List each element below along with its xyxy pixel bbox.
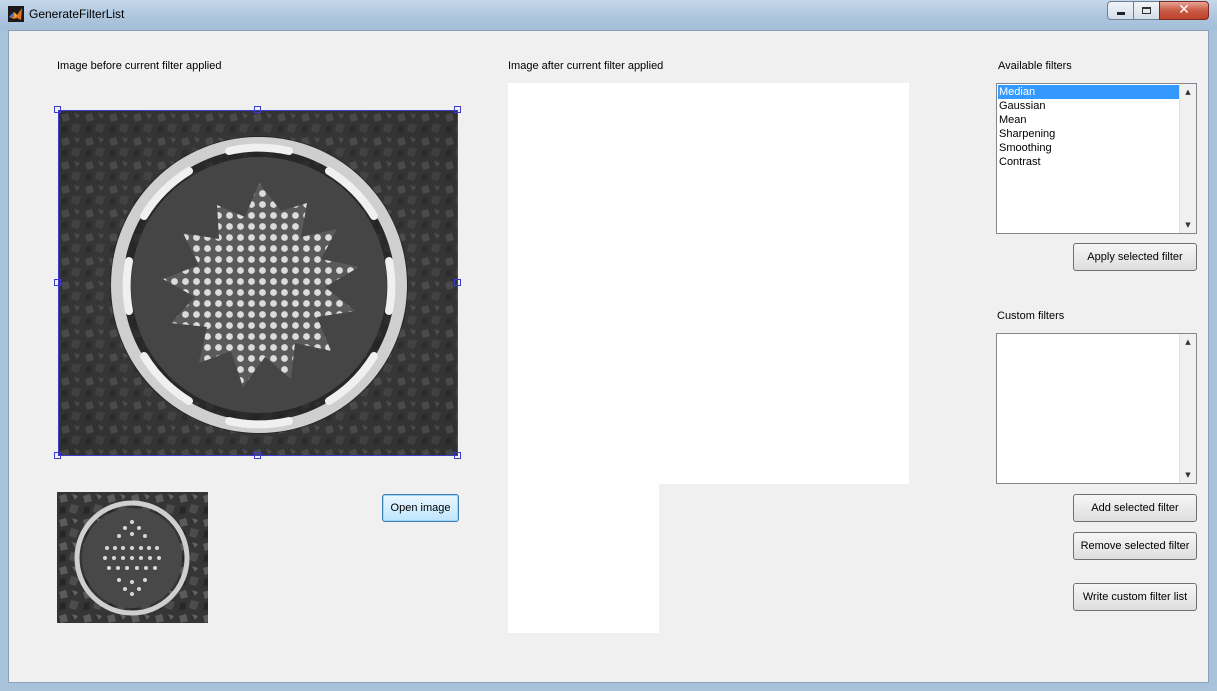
filter-option[interactable]: Mean (998, 113, 1179, 127)
open-image-button[interactable]: Open image (382, 494, 459, 522)
close-button[interactable]: ✕ (1159, 1, 1209, 20)
after-image-label: Image after current filter applied (508, 60, 664, 72)
before-image-axes[interactable] (58, 110, 458, 456)
resize-handle[interactable] (454, 452, 461, 459)
diatom-image (59, 111, 457, 455)
scroll-down-icon[interactable]: ▼ (1180, 217, 1196, 233)
resize-handle[interactable] (454, 106, 461, 113)
resize-handle[interactable] (54, 279, 61, 286)
write-custom-filter-list-button[interactable]: Write custom filter list (1073, 583, 1197, 611)
window-title: GenerateFilterList (29, 7, 125, 21)
custom-filters-list[interactable]: ▲ ▼ (996, 333, 1197, 484)
after-image-axes (508, 83, 909, 484)
filter-option[interactable]: Contrast (998, 155, 1179, 169)
filter-option[interactable]: Sharpening (998, 127, 1179, 141)
filter-option[interactable]: Gaussian (998, 99, 1179, 113)
app-window: GenerateFilterList ✕ Image before curren… (0, 0, 1217, 691)
scroll-down-icon[interactable]: ▼ (1180, 467, 1196, 483)
vertical-scrollbar[interactable]: ▲ ▼ (1179, 334, 1196, 483)
add-selected-filter-button[interactable]: Add selected filter (1073, 494, 1197, 522)
minimize-button[interactable] (1107, 1, 1134, 20)
resize-handle[interactable] (454, 279, 461, 286)
after-image-thumbnail-axes (508, 484, 659, 633)
thumbnail-axes (57, 492, 208, 623)
available-filters-label: Available filters (998, 60, 1072, 72)
before-image-label: Image before current filter applied (57, 60, 222, 72)
filter-option[interactable]: Smoothing (998, 141, 1179, 155)
close-icon: ✕ (1178, 2, 1190, 18)
title-bar[interactable]: GenerateFilterList ✕ (0, 0, 1217, 30)
scroll-up-icon[interactable]: ▲ (1180, 334, 1196, 350)
maximize-button[interactable] (1133, 1, 1160, 20)
resize-handle[interactable] (254, 452, 261, 459)
custom-filters-label: Custom filters (997, 310, 1065, 322)
figure-panel: Image before current filter applied Imag… (8, 30, 1209, 683)
filter-option[interactable]: Median (998, 85, 1179, 99)
matlab-icon (8, 6, 24, 22)
available-filters-list[interactable]: Median Gaussian Mean Sharpening Smoothing Con… (996, 83, 1197, 234)
vertical-scrollbar[interactable]: ▲ ▼ (1179, 84, 1196, 233)
resize-handle[interactable] (54, 452, 61, 459)
diatom-thumbnail (57, 492, 208, 623)
apply-selected-filter-button[interactable]: Apply selected filter (1073, 243, 1197, 271)
scroll-up-icon[interactable]: ▲ (1180, 84, 1196, 100)
resize-handle[interactable] (54, 106, 61, 113)
resize-handle[interactable] (254, 106, 261, 113)
remove-selected-filter-button[interactable]: Remove selected filter (1073, 532, 1197, 560)
